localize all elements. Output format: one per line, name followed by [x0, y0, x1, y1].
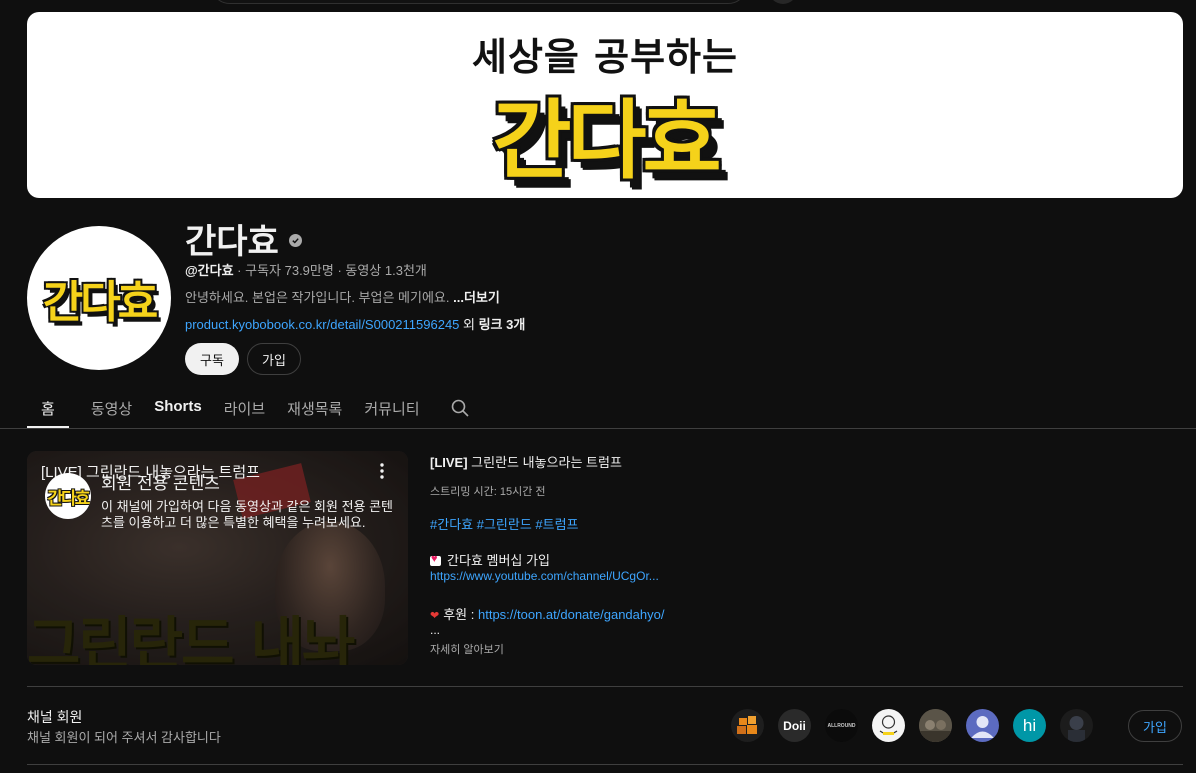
member-avatar-label: ALLROUND: [827, 722, 856, 729]
tab-shorts[interactable]: Shorts: [154, 392, 202, 428]
donate-label: 후원 :: [443, 607, 478, 622]
channel-handle: @간다효: [185, 263, 234, 278]
section-divider-bottom: [27, 764, 1183, 765]
member-avatar[interactable]: [872, 709, 905, 742]
verified-badge-icon: [288, 234, 302, 247]
donate-line: ❤ 후원 : https://toon.at/donate/gandahyo/: [430, 604, 664, 623]
members-join-button[interactable]: 가입: [1128, 710, 1182, 742]
heart-letter-icon: [430, 553, 441, 566]
voice-search-button[interactable]: [768, 0, 798, 4]
tab-videos[interactable]: 동영상: [91, 392, 132, 428]
membership-url[interactable]: https://www.youtube.com/channel/UCgOr...: [430, 569, 659, 583]
video-title-text: 그린란드 내놓으라는 트럼프: [467, 455, 622, 470]
member-avatar-label: hi: [1022, 715, 1037, 735]
member-avatar[interactable]: Doii: [778, 709, 811, 742]
channel-links: product.kyobobook.co.kr/detail/S00021159…: [185, 314, 525, 333]
more-links[interactable]: 링크 3개: [479, 317, 526, 332]
member-avatar-label: Doii: [783, 718, 806, 733]
video-channel-logo: 간다효: [45, 473, 91, 519]
video-logo-text: 간다효: [47, 489, 91, 509]
channel-title: 간다효: [185, 214, 302, 263]
description-text: 안녕하세요. 본업은 작가입니다. 부업은 메기에요.: [185, 290, 454, 305]
banner-title: 간다효: [492, 91, 721, 191]
members-only-title: 회원 전용 콘텐츠: [101, 474, 220, 493]
channel-avatar[interactable]: 간다효: [27, 226, 171, 370]
member-avatar[interactable]: [919, 709, 952, 742]
tab-home[interactable]: 홈: [27, 392, 69, 428]
channel-stats: · 구독자 73.9만명 · 동영상 1.3천개: [233, 263, 427, 278]
subscribe-button[interactable]: 구독: [185, 343, 239, 375]
tab-community[interactable]: 커뮤니티: [364, 392, 419, 428]
members-section-title: 채널 회원: [27, 709, 83, 725]
section-divider: [27, 686, 1183, 687]
featured-video-player[interactable]: 그린란드 내놔 [LIVE] 그린란드 내놓으라는 트럼프 간다효 회원 전용 …: [27, 451, 408, 665]
tab-playlists[interactable]: 재생목록: [287, 392, 342, 428]
members-section-subtitle: 채널 회원이 되어 주셔서 감사합니다: [27, 730, 221, 745]
channel-meta: @간다효 · 구독자 73.9만명 · 동영상 1.3천개: [185, 260, 427, 279]
stream-time: 스트리밍 시간: 15시간 전: [430, 486, 546, 498]
avatar-logo-text: 간다효: [42, 277, 158, 328]
links-extra-prefix: 외: [459, 317, 479, 332]
membership-line: 간다효 멤버십 가입: [430, 550, 550, 569]
member-avatar[interactable]: [966, 709, 999, 742]
more-options-icon[interactable]: [380, 463, 384, 479]
channel-banner: 세상을 공부하는 간다효: [27, 12, 1183, 198]
donate-url[interactable]: https://toon.at/donate/gandahyo/: [478, 607, 664, 622]
join-button[interactable]: 가입: [247, 343, 301, 375]
video-title[interactable]: [LIVE] 그린란드 내놓으라는 트럼프: [430, 452, 622, 471]
top-search-bar[interactable]: [210, 0, 748, 4]
member-avatar[interactable]: [1060, 709, 1093, 742]
members-only-desc: 이 채널에 가입하여 다음 동영상과 같은 회원 전용 콘텐츠를 이용하고 더 …: [101, 499, 394, 530]
channel-description[interactable]: 안녕하세요. 본업은 작가입니다. 부업은 메기에요. ...더보기: [185, 287, 500, 306]
red-heart-icon: ❤: [430, 610, 440, 622]
learn-more-link[interactable]: 자세히 알아보기: [430, 641, 504, 657]
search-icon[interactable]: [450, 398, 470, 418]
member-avatar[interactable]: [731, 709, 764, 742]
tabs-divider: [0, 428, 1196, 429]
video-title-tag: [LIVE]: [430, 455, 468, 470]
channel-tabs: 홈 동영상 Shorts 라이브 재생목록 커뮤니티: [27, 392, 470, 428]
more-link[interactable]: ...더보기: [453, 290, 500, 305]
channel-name-text: 간다효: [185, 223, 279, 261]
description-ellipsis: ...: [430, 623, 441, 637]
video-hashtags[interactable]: #간다효 #그린란드 #트럼프: [430, 514, 579, 533]
tab-live[interactable]: 라이브: [224, 392, 265, 428]
membership-label: 간다효 멤버십 가입: [447, 553, 550, 568]
member-avatar[interactable]: ALLROUND: [825, 709, 858, 742]
member-avatar[interactable]: hi: [1013, 709, 1046, 742]
channel-link-url[interactable]: product.kyobobook.co.kr/detail/S00021159…: [185, 317, 459, 332]
